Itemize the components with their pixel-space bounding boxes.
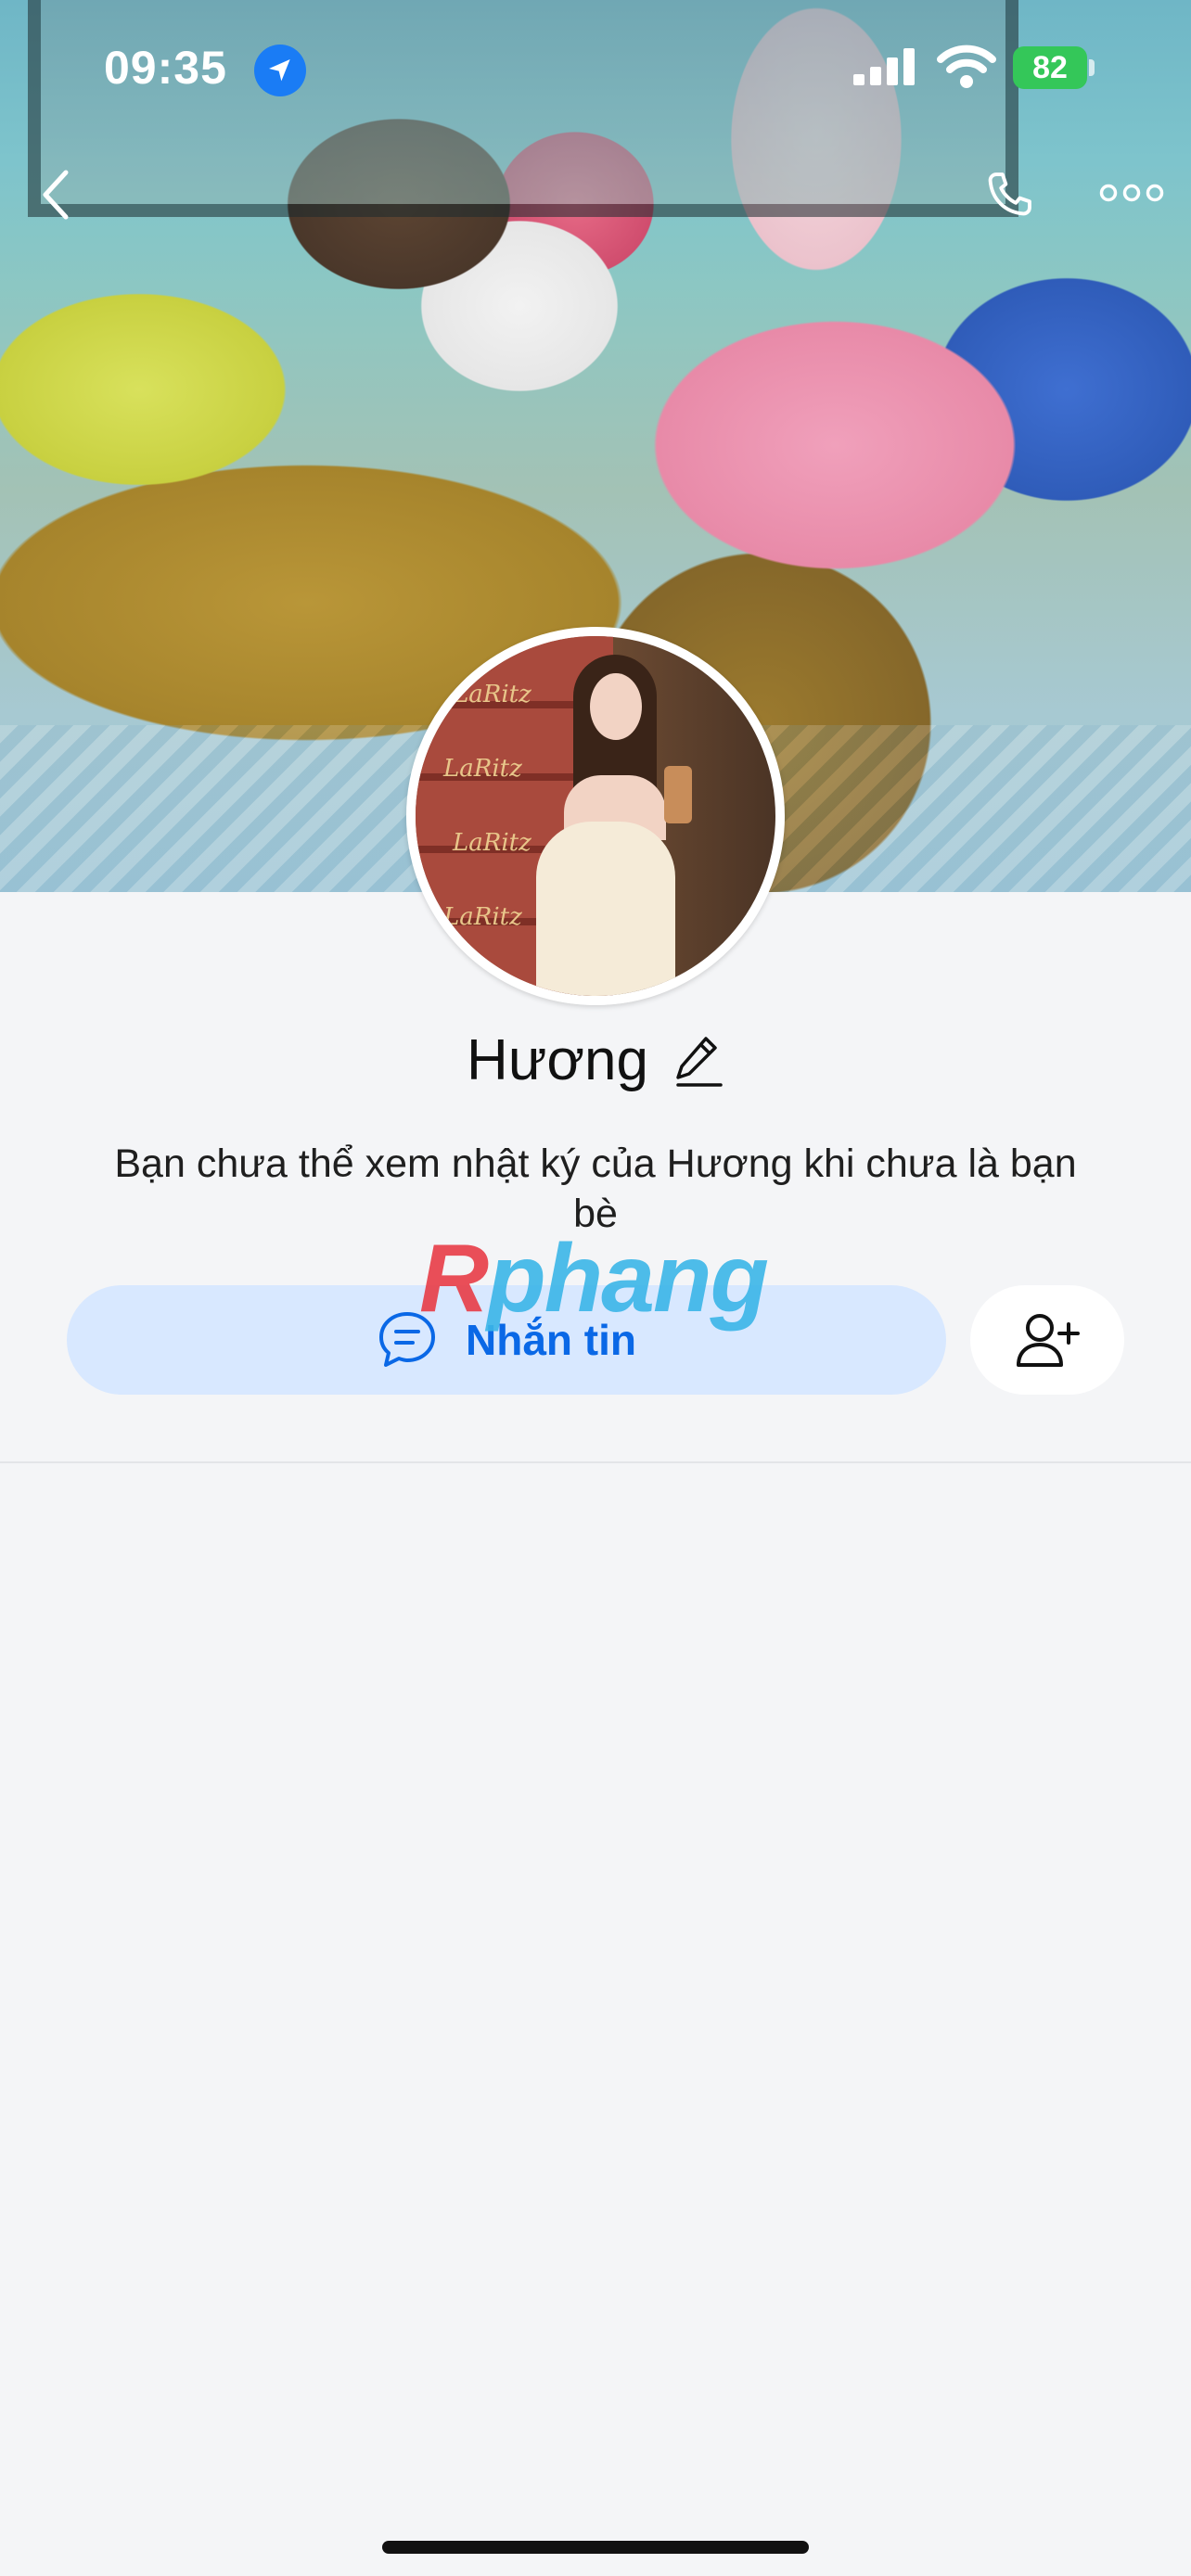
avatar-cup (664, 766, 692, 823)
avatar-box-text: LaRitz (453, 681, 531, 708)
chevron-left-icon (43, 170, 69, 220)
watermark-first-letter: R (419, 1225, 489, 1333)
pencil-icon (676, 1036, 723, 1087)
watermark-rest: phang (487, 1225, 769, 1333)
avatar-box-text: LaRitz (453, 829, 531, 857)
more-horizontal-icon (1099, 184, 1164, 202)
back-button[interactable] (28, 158, 83, 232)
profile-screen: 09:35 82 LaRitz LaRitz LaRitz LaRitz Hươ… (0, 0, 1191, 2576)
phone-icon (988, 172, 1031, 216)
battery-cap (1089, 59, 1095, 76)
status-bar: 09:35 82 (0, 0, 1191, 139)
avatar-dress (536, 822, 675, 996)
status-time: 09:35 (104, 42, 227, 94)
signal-icon (853, 48, 916, 90)
more-options-button[interactable] (1095, 167, 1169, 219)
divider (0, 1461, 1191, 1463)
edit-name-button[interactable] (672, 1031, 724, 1090)
avatar-box-text: LaRitz (443, 903, 522, 931)
home-indicator[interactable] (382, 2541, 809, 2554)
profile-name-row: Hương (0, 1027, 1191, 1093)
call-button[interactable] (974, 159, 1044, 230)
battery-icon: 82 (1013, 46, 1087, 89)
watermark: Rphang (419, 1224, 769, 1334)
battery-level: 82 (1032, 49, 1068, 85)
wifi-icon (937, 45, 996, 94)
avatar-face (590, 673, 642, 740)
add-friend-button[interactable] (970, 1285, 1124, 1395)
avatar[interactable]: LaRitz LaRitz LaRitz LaRitz (406, 627, 785, 1005)
profile-name: Hương (467, 1028, 648, 1092)
location-arrow-icon (254, 45, 306, 96)
user-plus-icon (1017, 1314, 1080, 1367)
avatar-box-text: LaRitz (443, 755, 522, 783)
